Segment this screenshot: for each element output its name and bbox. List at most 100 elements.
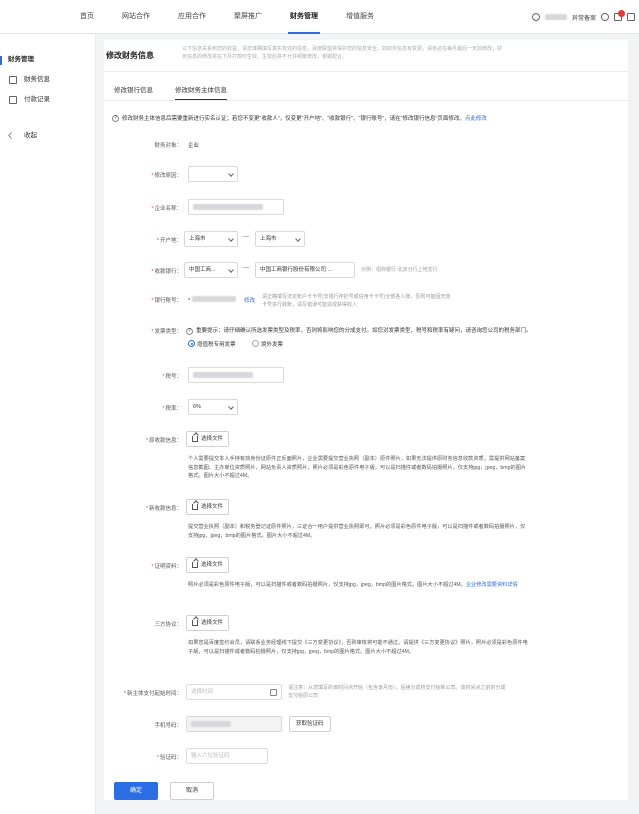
account-value: * — [188, 296, 237, 304]
notice-banner: ? 修改财务主体信息后需要重新进行实名认证；若您不变更“收款人”，仅变更“开户地”… — [112, 114, 622, 123]
account-label: *银行账号： — [151, 298, 182, 304]
upload-icon — [192, 436, 198, 442]
tab-divider — [104, 100, 628, 101]
chevron-down-icon — [228, 267, 234, 273]
change-reason-select[interactable] — [188, 166, 238, 182]
change-reason-label: *修改原因： — [151, 173, 182, 179]
radio-vat-special-invoice[interactable]: 增值税专用发票 — [188, 340, 236, 348]
branch-select[interactable]: 中国工商银行股份有限公司 ... — [255, 262, 355, 278]
notification-icon[interactable] — [614, 10, 625, 21]
top-navigation-bar: 首页 网站合作 应用合作 聚屏推广 财务管理 增值服务 异常备案 — [0, 0, 639, 34]
question-icon: ? — [112, 115, 119, 123]
radio-overseas-invoice[interactable]: 境外发票 — [252, 340, 283, 348]
upload-icon — [192, 620, 198, 626]
account-edit-link[interactable]: 修改 — [244, 296, 255, 304]
finance-object-label: 财务对象： — [154, 143, 182, 149]
chevron-down-icon — [295, 236, 301, 242]
upload-icon — [192, 504, 198, 510]
get-verify-code-button[interactable]: 获取验证码 — [289, 716, 331, 732]
tax-number-input[interactable] — [188, 367, 284, 383]
nav-home[interactable]: 首页 — [66, 0, 108, 34]
company-name-input[interactable] — [188, 199, 284, 215]
start-time-input[interactable]: 选择时间 — [186, 684, 282, 700]
bank-separator: — — [243, 265, 249, 271]
top-right-tools: 异常备案 — [531, 0, 635, 34]
bank-select[interactable]: 中国工商... — [184, 262, 238, 278]
upload-icon — [192, 562, 198, 568]
bank-location-label: *开户地： — [156, 238, 182, 244]
tax-number-label: *税号： — [162, 374, 182, 380]
calendar-icon — [270, 689, 277, 696]
company-name-blurred — [193, 204, 263, 210]
payment-record-icon — [9, 96, 17, 104]
nav-app-cooperation[interactable]: 应用合作 — [164, 0, 220, 34]
certificate-detail-link[interactable]: 企业修改需要资料详情 — [466, 582, 518, 588]
tab-bar: 修改银行信息 修改财务主体信息 — [114, 84, 227, 100]
username-blurred[interactable] — [544, 14, 567, 20]
new-proof-upload-button[interactable]: 选择文件 — [186, 499, 230, 515]
info-icon: ? — [186, 328, 193, 335]
page-title: 修改财务信息 — [106, 51, 154, 60]
main-content: 修改财务信息 以下信息关系到您的收益，请您准确填写真实有效的信息，百度联盟将保护… — [104, 40, 628, 800]
phone-input[interactable] — [186, 716, 282, 732]
start-time-label: *新主体支付起始时间： — [123, 691, 182, 697]
certificate-description: 照片必须是彩色原件电子版，可以是扫描件或者数码拍摄照片，仅支持jpg，jpeg，… — [188, 582, 518, 588]
user-icon[interactable] — [531, 13, 540, 21]
nav-finance-management[interactable]: 财务管理 — [276, 0, 332, 34]
confirm-button[interactable]: 确定 — [114, 782, 158, 800]
tax-rate-select[interactable]: 6% — [188, 399, 238, 415]
phone-number-blurred — [191, 721, 231, 727]
tab-modify-entity-info[interactable]: 修改财务主体信息 — [175, 84, 227, 100]
tripartite-label: 三方协议： — [154, 622, 182, 628]
tab-modify-bank-info[interactable]: 修改银行信息 — [114, 84, 153, 98]
notification-badge — [618, 10, 625, 17]
bank-label: *收款银行： — [151, 269, 182, 275]
tax-number-blurred — [193, 372, 253, 378]
original-proof-description: 个人需要提交本人手持有效身份证原件正反面照片，企业需要提交营业执照（副本）原件照… — [188, 456, 527, 479]
tax-rate-label: *税率： — [162, 406, 182, 412]
sidebar-collapse-label: 收起 — [24, 132, 37, 139]
sidebar-item-finance-info[interactable]: 财务信息 — [0, 70, 95, 90]
sidebar-item-label: 付款记录 — [24, 96, 50, 103]
location-separator: — — [243, 234, 249, 240]
company-name-label: *企业名称： — [151, 206, 182, 212]
nav-screen-promotion[interactable]: 聚屏推广 — [220, 0, 276, 34]
nav-value-added-services[interactable]: 增值服务 — [332, 0, 388, 34]
collapse-icon — [7, 131, 16, 140]
notice-link[interactable]: 点此修改 — [465, 116, 487, 122]
tripartite-description: 如果您是百度签约会员，请联系业务经理线下提交《三方变更协议》，否则审核将可能不通… — [188, 640, 528, 655]
new-proof-label: *新收款信息： — [145, 506, 182, 512]
bank-hint: 示例：招商银行-北京分行上地支行 — [361, 267, 438, 273]
chevron-down-icon — [228, 236, 234, 242]
page-header: 修改财务信息 以下信息关系到您的收益，请您准确填写真实有效的信息，百度联盟将保护… — [104, 40, 628, 72]
sidebar: 财务管理 财务信息 付款记录 收起 — [0, 34, 96, 814]
finance-info-icon — [9, 76, 17, 84]
new-proof-description: 提交营业执照（副本）和税务登记证原件照片，三证合一用户提供营业执照即可。照片必须… — [188, 524, 526, 539]
help-icon[interactable] — [601, 13, 609, 21]
sidebar-item-payment-record[interactable]: 付款记录 — [0, 90, 95, 110]
certificate-upload-button[interactable]: 选择文件 — [186, 557, 230, 573]
tripartite-upload-button[interactable]: 选择文件 — [186, 615, 230, 631]
verify-code-input[interactable]: 输入六位验证码 — [186, 748, 268, 764]
account-number-blurred — [192, 296, 237, 302]
account-hint: 请正确填写法定账户卡卡号(支银行存折号或信用卡卡号)全部各人账，否则可能因无效卡… — [262, 294, 451, 308]
phone-label: 手机号码： — [154, 723, 182, 729]
sidebar-collapse[interactable]: 收起 — [0, 126, 95, 146]
province-select[interactable]: 上海市 — [184, 231, 238, 247]
page-description: 以下信息关系到您的收益，请您准确填写真实有效的信息，百度联盟将保护您的信息安全。… — [182, 46, 503, 60]
notice-text: 修改财务主体信息后需要重新进行实名认证；若您不变更“收款人”，仅变更“开户地”、… — [122, 116, 465, 122]
top-nav-menu: 首页 网站合作 应用合作 聚屏推广 财务管理 增值服务 — [66, 0, 388, 34]
certificate-label: *证明资料： — [151, 564, 182, 570]
logout-icon[interactable] — [627, 13, 635, 21]
invoice-tip: ? 重要提示：请仔细确认所选发票类型及税率，否则将影响您的分成支付。如您对发票类型… — [186, 326, 532, 335]
chevron-down-icon — [228, 171, 234, 177]
sidebar-group-finance[interactable]: 财务管理 — [0, 50, 95, 70]
invoice-type-label: *发票类型： — [151, 329, 182, 335]
status-label[interactable]: 异常备案 — [572, 13, 596, 22]
nav-website-cooperation[interactable]: 网站合作 — [108, 0, 164, 34]
original-proof-label: *原收款信息： — [145, 438, 182, 444]
original-proof-upload-button[interactable]: 选择文件 — [186, 431, 230, 447]
cancel-button[interactable]: 取消 — [170, 782, 214, 800]
start-time-hint: 请注意：从您填写的该时间点开始（包含该月份），后续分成将支付给新公司。该时间点之… — [288, 685, 506, 699]
city-select[interactable]: 上海市 — [255, 231, 305, 247]
